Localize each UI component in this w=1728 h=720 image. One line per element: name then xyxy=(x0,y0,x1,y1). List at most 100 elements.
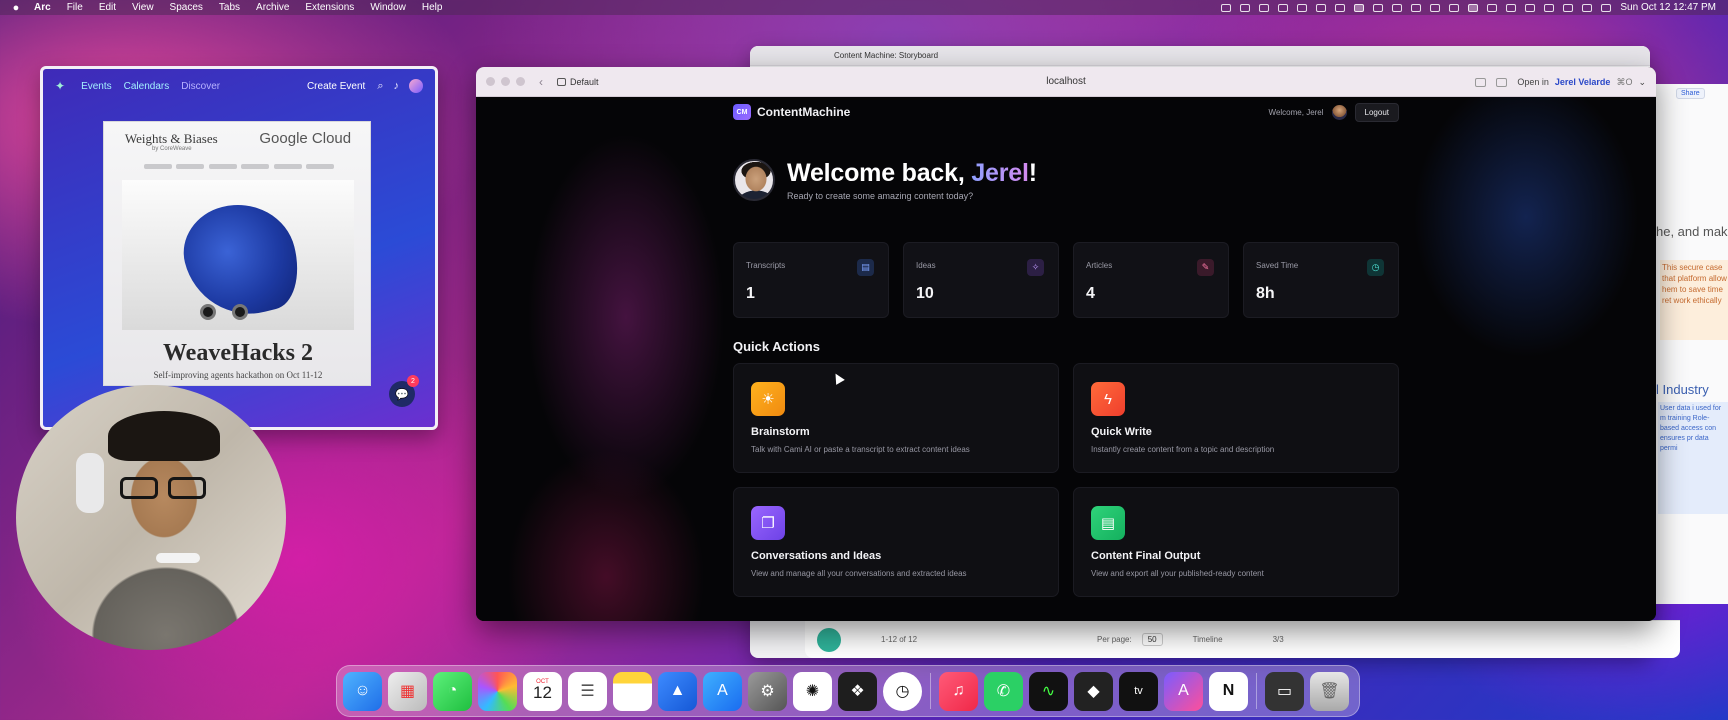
whatsapp-icon[interactable]: ✆ xyxy=(984,671,1023,711)
menu-app-name[interactable]: Arc xyxy=(34,2,51,13)
keynote-icon[interactable]: ▲ xyxy=(658,671,697,711)
activity-monitor-icon[interactable]: ∿ xyxy=(1029,671,1068,711)
notes-icon[interactable] xyxy=(613,671,652,711)
trash-icon[interactable]: 🗑 xyxy=(1310,671,1349,711)
menubar-clock[interactable]: Sun Oct 12 12:47 PM xyxy=(1620,2,1716,13)
finder-icon[interactable]: ☺ xyxy=(343,671,382,711)
photos-icon[interactable] xyxy=(478,671,517,711)
nav-calendars[interactable]: Calendars xyxy=(124,81,170,92)
affinity-icon[interactable]: A xyxy=(1164,671,1203,711)
music-icon[interactable]: ♫ xyxy=(939,671,978,711)
apple-tv-icon[interactable]: tv xyxy=(1119,671,1158,711)
cursor-app-icon[interactable]: ◆ xyxy=(1074,671,1113,711)
screen-window-icon[interactable]: ▭ xyxy=(1265,671,1304,711)
share-button[interactable]: Share xyxy=(1676,88,1705,99)
menu-extensions[interactable]: Extensions xyxy=(305,2,354,13)
per-page-select[interactable]: 50 xyxy=(1141,633,1163,646)
picture-in-picture-icon[interactable] xyxy=(1475,77,1487,87)
stat-card-ideas[interactable]: Ideas 10 ✧ xyxy=(903,242,1059,318)
avatar[interactable] xyxy=(409,79,423,93)
space-selector[interactable]: Default xyxy=(557,77,599,87)
status-icon[interactable] xyxy=(1297,3,1308,12)
create-event-link[interactable]: Create Event xyxy=(307,81,365,92)
control-center-icon[interactable] xyxy=(1582,3,1593,12)
quick-actions-heading: Quick Actions xyxy=(733,339,820,354)
webcam-overlay[interactable] xyxy=(16,385,286,650)
action-description: Talk with Cami AI or paste a transcript … xyxy=(751,445,970,454)
battery-icon[interactable] xyxy=(1525,3,1536,12)
open-in-control[interactable]: Open in Jerel Velarde ⌘O ⌄ xyxy=(1475,67,1646,97)
action-card-quick-write[interactable]: ϟ Quick Write Instantly create content f… xyxy=(1073,363,1399,473)
bell-icon[interactable]: ♪ xyxy=(394,80,400,92)
siri-icon[interactable] xyxy=(1601,3,1612,12)
back-arrow-icon[interactable]: ‹ xyxy=(539,75,543,89)
assistant-bubble-icon[interactable] xyxy=(817,627,841,652)
brand-name[interactable]: ContentMachine xyxy=(757,105,850,119)
link-icon[interactable] xyxy=(1496,77,1508,87)
menu-file[interactable]: File xyxy=(67,2,83,13)
stat-card-saved-time[interactable]: Saved Time 8h ◷ xyxy=(1243,242,1399,318)
chatgpt-icon[interactable]: ✺ xyxy=(793,671,832,711)
system-settings-icon[interactable]: ⚙ xyxy=(748,671,787,711)
status-icon[interactable] xyxy=(1316,3,1327,12)
open-in-user[interactable]: Jerel Velarde xyxy=(1555,77,1611,87)
menu-window[interactable]: Window xyxy=(370,2,406,13)
messages-icon[interactable]: ◔ xyxy=(433,671,472,711)
window-icon[interactable] xyxy=(1449,3,1460,12)
status-icon[interactable] xyxy=(1335,3,1346,12)
close-window-icon[interactable] xyxy=(486,77,495,86)
status-icon[interactable] xyxy=(1259,3,1270,12)
stage-manager-icon[interactable] xyxy=(1468,3,1479,12)
wifi-icon[interactable] xyxy=(1544,3,1555,12)
notion-icon[interactable]: N xyxy=(1209,671,1248,711)
timeline-label[interactable]: Timeline xyxy=(1193,635,1223,644)
screen-record-icon[interactable] xyxy=(1354,3,1365,12)
spotlight-search-icon[interactable] xyxy=(1563,3,1574,12)
action-card-final-output[interactable]: ▤ Content Final Output View and export a… xyxy=(1073,487,1399,597)
greeting-name: Jerel xyxy=(971,159,1029,187)
background-document-panel: Share he, and makin This secure case tha… xyxy=(1655,84,1728,604)
event-poster[interactable]: Weights & Biases Google Cloud by CoreWea… xyxy=(103,121,371,386)
menu-view[interactable]: View xyxy=(132,2,154,13)
stat-card-articles[interactable]: Articles 4 ✎ xyxy=(1073,242,1229,318)
status-icon[interactable] xyxy=(1278,3,1289,12)
chevron-down-icon[interactable]: ⌄ xyxy=(1638,77,1646,88)
apple-menu-icon[interactable]: ● xyxy=(10,2,22,14)
display-icon[interactable] xyxy=(1430,3,1441,12)
play-icon[interactable] xyxy=(1487,3,1498,12)
action-card-conversations[interactable]: ❐ Conversations and Ideas View and manag… xyxy=(733,487,1059,597)
menu-help[interactable]: Help xyxy=(422,2,443,13)
luma-logo-icon[interactable]: ✦ xyxy=(55,79,65,93)
luma-events-window[interactable]: ✦ Events Calendars Discover Create Event… xyxy=(40,66,438,430)
search-icon[interactable]: ⌕ xyxy=(377,80,383,93)
bluetooth-icon[interactable] xyxy=(1411,3,1422,12)
launchpad-icon[interactable]: ▦ xyxy=(388,671,427,711)
zoom-window-icon[interactable] xyxy=(516,77,525,86)
stat-card-transcripts[interactable]: Transcripts 1 ▤ xyxy=(733,242,889,318)
minimize-window-icon[interactable] xyxy=(501,77,510,86)
avatar[interactable] xyxy=(1331,104,1347,120)
menu-spaces[interactable]: Spaces xyxy=(170,2,203,13)
focus-moon-icon[interactable] xyxy=(1506,3,1517,12)
figma-icon[interactable]: ❖ xyxy=(838,671,877,711)
action-card-brainstorm[interactable]: ☀ Brainstorm Talk with Cami AI or paste … xyxy=(733,363,1059,473)
headphones-icon[interactable] xyxy=(1373,3,1384,12)
background-tab-title[interactable]: Content Machine: Storyboard xyxy=(834,51,938,60)
poster-wheel xyxy=(200,304,216,320)
menu-edit[interactable]: Edit xyxy=(99,2,116,13)
nav-discover[interactable]: Discover xyxy=(181,81,220,92)
brand-logo-icon[interactable]: CM xyxy=(733,104,751,120)
menu-archive[interactable]: Archive xyxy=(256,2,289,13)
status-icon[interactable] xyxy=(1221,3,1232,12)
arc-browser-window[interactable]: ‹ Default localhost Open in Jerel Velard… xyxy=(476,67,1656,621)
menu-tabs[interactable]: Tabs xyxy=(219,2,240,13)
logout-button[interactable]: Logout xyxy=(1354,102,1399,122)
nav-events[interactable]: Events xyxy=(81,81,112,92)
calendar-icon[interactable]: OCT 12 xyxy=(523,671,562,711)
reminders-icon[interactable]: ☰ xyxy=(568,671,607,711)
status-icon[interactable] xyxy=(1240,3,1251,12)
doc-callout: This secure case that platform allow hem… xyxy=(1660,260,1728,340)
clock-icon[interactable]: ◷ xyxy=(883,671,922,711)
notion-icon[interactable] xyxy=(1392,3,1403,12)
app-store-icon[interactable]: A xyxy=(703,671,742,711)
